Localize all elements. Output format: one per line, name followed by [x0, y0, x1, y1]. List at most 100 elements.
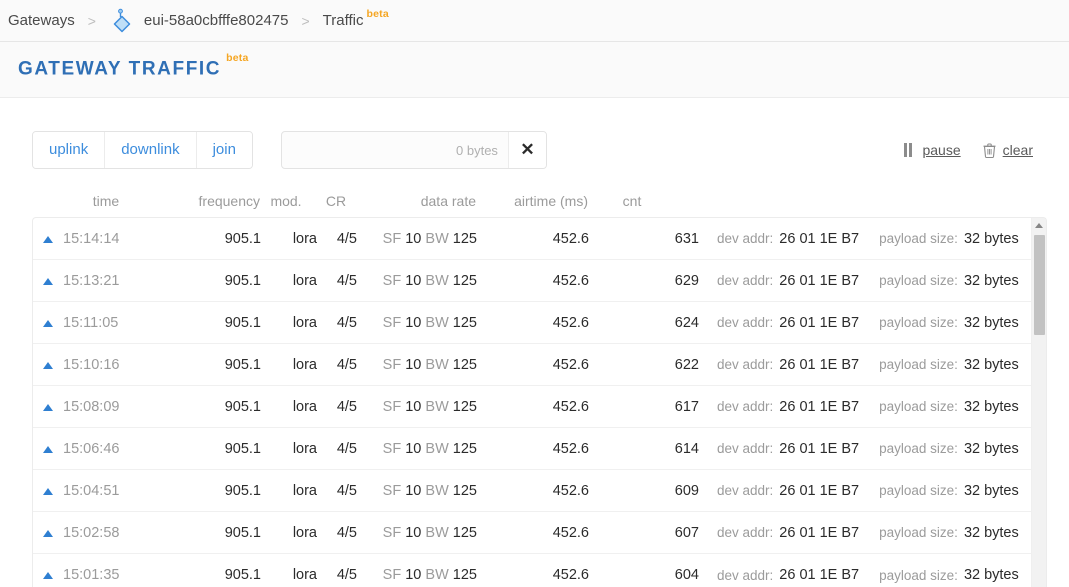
row-cnt: 631: [674, 230, 699, 247]
row-dev-addr-label: dev addr:: [717, 441, 774, 456]
row-sf-label: SF: [382, 398, 402, 415]
row-bw-value: 125: [452, 482, 477, 499]
row-details: dev addr: 26 01 1E B7 payload size: 32 byte…: [699, 441, 1046, 457]
row-bw-value: 125: [452, 314, 477, 331]
row-mod: lora: [292, 398, 317, 415]
row-payload-size-label: payload size:: [879, 357, 958, 372]
row-dev-addr-value: 26 01 1E B7: [779, 314, 860, 331]
row-direction-up-icon: [33, 525, 63, 541]
column-header-cr: CR: [325, 193, 347, 209]
row-bw-label: BW: [425, 230, 449, 247]
row-cr: 4/5: [336, 356, 357, 373]
breadcrumb-item-gateways[interactable]: Gateways: [4, 12, 79, 29]
row-data-rate: SF 10 BW 125: [357, 357, 477, 373]
row-mod: lora: [292, 440, 317, 457]
row-dev-addr-value: 26 01 1E B7: [779, 356, 860, 373]
row-frequency: 905.1: [224, 272, 261, 289]
row-direction-up-icon: [33, 273, 63, 289]
search-input[interactable]: [281, 132, 508, 168]
row-bw-label: BW: [425, 440, 449, 457]
row-dev-addr-value: 26 01 1E B7: [779, 524, 860, 541]
table-row[interactable]: 15:04:51 905.1 lora 4/5 SF 10 BW 125 452.6 609…: [33, 470, 1046, 512]
table-row[interactable]: 15:08:09 905.1 lora 4/5 SF 10 BW 125 452.6 617…: [33, 386, 1046, 428]
trash-icon: [983, 142, 996, 158]
row-mod: lora: [292, 524, 317, 541]
row-data-rate: SF 10 BW 125: [357, 273, 477, 289]
table-row[interactable]: 15:06:46 905.1 lora 4/5 SF 10 BW 125 452.6 614…: [33, 428, 1046, 470]
row-details: dev addr: 26 01 1E B7 payload size: 32 byte…: [699, 273, 1046, 289]
row-dev-addr-label: dev addr:: [717, 567, 774, 583]
row-sf-value: 10: [405, 567, 422, 583]
clear-label: clear: [1002, 142, 1033, 158]
row-sf-value: 10: [405, 440, 422, 457]
row-payload-size-value: 32 bytes: [963, 398, 1019, 415]
row-airtime: 452.6: [552, 230, 589, 247]
clear-search-icon[interactable]: ✕: [507, 132, 546, 168]
row-frequency: 905.1: [224, 356, 261, 373]
row-airtime: 452.6: [552, 524, 589, 541]
table-row[interactable]: 15:10:16 905.1 lora 4/5 SF 10 BW 125 452.6 622…: [33, 344, 1046, 386]
table-row[interactable]: 15:02:58 905.1 lora 4/5 SF 10 BW 125 452.6 607…: [33, 512, 1046, 554]
traffic-filter-buttons: uplink downlink join: [32, 131, 253, 169]
row-direction-up-icon: [33, 315, 63, 331]
row-direction-up-icon: [33, 357, 63, 373]
column-header-data-rate: data rate: [420, 193, 476, 209]
row-sf-label: SF: [382, 567, 402, 583]
row-payload-size-value: 32 bytes: [963, 272, 1019, 289]
row-airtime: 452.6: [552, 440, 589, 457]
pause-icon: [904, 143, 915, 157]
row-sf-label: SF: [382, 440, 402, 457]
pause-button[interactable]: pause: [904, 142, 961, 158]
table-scrollbar[interactable]: [1031, 218, 1046, 587]
row-bw-value: 125: [452, 356, 477, 373]
column-header-frequency: frequency: [198, 193, 260, 209]
row-sf-label: SF: [382, 356, 402, 373]
row-dev-addr-value: 26 01 1E B7: [779, 230, 860, 247]
row-frequency: 905.1: [224, 230, 261, 247]
table-header: time frequency mod. CR data rate airtime…: [32, 189, 1047, 213]
breadcrumb-beta-badge: beta: [366, 7, 389, 20]
row-airtime: 452.6: [552, 398, 589, 415]
row-direction-up-icon: [33, 399, 63, 415]
row-payload-size-label: payload size:: [879, 315, 958, 330]
filter-downlink-button[interactable]: downlink: [105, 132, 197, 168]
page-title-beta-badge: beta: [226, 52, 249, 65]
row-dev-addr-value: 26 01 1E B7: [779, 567, 860, 583]
row-cnt: 607: [674, 524, 699, 541]
row-bw-label: BW: [425, 314, 449, 331]
row-details: dev addr: 26 01 1E B7 payload size: 32 byte…: [699, 315, 1046, 331]
breadcrumb-separator: >: [87, 12, 96, 29]
clear-button[interactable]: clear: [983, 142, 1033, 158]
row-time: 15:13:21: [63, 272, 120, 289]
row-cr: 4/5: [336, 482, 357, 499]
row-cnt: 614: [674, 440, 699, 457]
row-cr: 4/5: [336, 272, 357, 289]
row-bw-label: BW: [425, 482, 449, 499]
table-row[interactable]: 15:14:14 905.1 lora 4/5 SF 10 BW 125 452.6 631…: [33, 218, 1046, 260]
table-row[interactable]: 15:13:21 905.1 lora 4/5 SF 10 BW 125 452.6 629…: [33, 260, 1046, 302]
pause-label: pause: [922, 142, 961, 158]
scrollbar-up-arrow-icon[interactable]: [1032, 218, 1046, 233]
breadcrumb-item-gateway-eui[interactable]: eui-58a0cbfffe802475: [105, 8, 293, 34]
row-direction-up-icon: [33, 441, 63, 457]
row-sf-label: SF: [382, 482, 402, 499]
row-data-rate: SF 10 BW 125: [357, 315, 477, 331]
row-cr: 4/5: [336, 398, 357, 415]
scrollbar-thumb[interactable]: [1034, 235, 1045, 335]
table-row[interactable]: 15:11:05 905.1 lora 4/5 SF 10 BW 125 452.6 624…: [33, 302, 1046, 344]
row-payload-size-value: 32 bytes: [963, 440, 1019, 457]
breadcrumb-separator-2: >: [301, 12, 310, 29]
row-payload-size-label: payload size:: [879, 567, 958, 583]
row-time: 15:10:16: [63, 356, 120, 373]
table-row[interactable]: 15:01:35 905.1 lora 4/5 SF 10 BW 125 452.6 604…: [33, 554, 1046, 587]
row-dev-addr-value: 26 01 1E B7: [779, 482, 860, 499]
row-details: dev addr: 26 01 1E B7 payload size: 32 byte…: [699, 525, 1046, 541]
breadcrumb-gateways-label: Gateways: [8, 12, 75, 29]
row-airtime: 452.6: [552, 567, 589, 583]
breadcrumb-item-traffic[interactable]: Traffic beta: [319, 8, 393, 30]
filter-join-button[interactable]: join: [196, 132, 252, 168]
row-mod: lora: [292, 272, 317, 289]
row-mod: lora: [292, 482, 317, 499]
breadcrumb-traffic-label: Traffic: [322, 12, 364, 29]
filter-uplink-button[interactable]: uplink: [33, 132, 106, 168]
